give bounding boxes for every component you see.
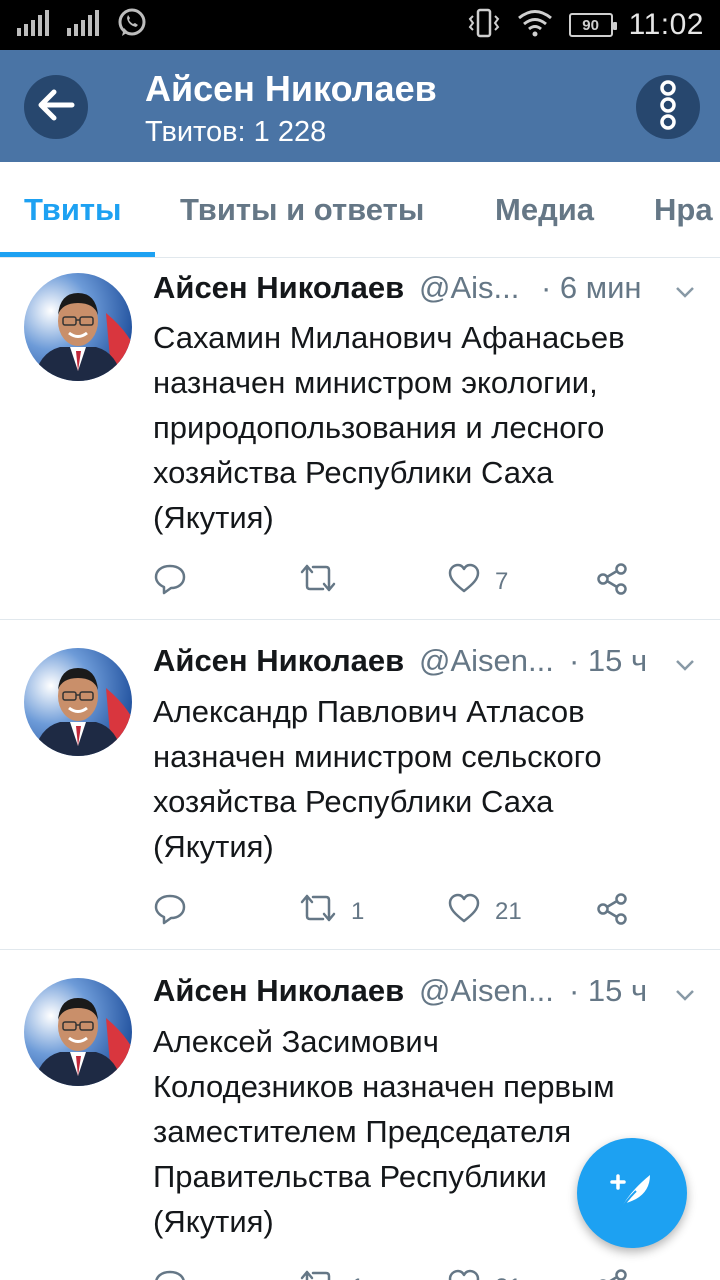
profile-tabs: Твиты Твиты и ответы Медиа Нра xyxy=(0,162,720,258)
retweet-count: 1 xyxy=(351,1274,364,1280)
share-button[interactable] xyxy=(595,1268,629,1280)
back-arrow-icon xyxy=(36,87,76,128)
like-count: 21 xyxy=(495,897,522,925)
reply-icon xyxy=(153,892,187,933)
profile-name: Айсен Николаев xyxy=(145,68,437,109)
like-button[interactable]: 21 xyxy=(447,1268,522,1280)
retweet-count: 1 xyxy=(351,897,365,925)
retweet-icon xyxy=(299,892,337,931)
tweet-item[interactable]: Айсен Николаев @Ais... · 6 мин Сахамин М… xyxy=(0,258,720,620)
more-vertical-icon xyxy=(658,79,678,135)
tweet-actions: 1 21 xyxy=(153,1268,693,1280)
tab-media[interactable]: Медиа xyxy=(495,192,594,228)
tweet-header: Айсен Николаев @Aisen... · 15 ч xyxy=(153,643,703,683)
battery-icon: 90 xyxy=(568,13,617,37)
reply-icon xyxy=(153,1268,187,1280)
like-button[interactable]: 21 xyxy=(447,892,522,931)
tweet-text: Сахамин Миланович Афанасьев назначен мин… xyxy=(153,320,625,535)
heart-icon xyxy=(447,892,481,931)
retweet-icon xyxy=(299,1268,337,1280)
back-button[interactable] xyxy=(24,75,88,139)
signal-icon xyxy=(16,9,52,41)
like-count: 7 xyxy=(495,567,509,595)
tweet-text: Александр Павлович Атласов назначен мини… xyxy=(153,694,602,864)
retweet-icon xyxy=(299,562,337,601)
retweet-button[interactable] xyxy=(299,562,351,601)
share-icon xyxy=(595,562,629,603)
wifi-icon xyxy=(517,9,553,42)
more-options-button[interactable] xyxy=(636,75,700,139)
signal-icon xyxy=(66,9,102,41)
retweet-button[interactable]: 1 xyxy=(299,892,364,931)
avatar[interactable] xyxy=(24,273,132,381)
heart-icon xyxy=(447,1268,481,1280)
profile-header: Айсен Николаев Твитов: 1 228 xyxy=(0,50,720,162)
tweet-author-name[interactable]: Айсен Николаев xyxy=(153,973,404,1009)
tweet-actions: 1 21 xyxy=(153,892,693,932)
tweet-timestamp: · 15 ч xyxy=(569,643,648,678)
tweet-author-name[interactable]: Айсен Николаев xyxy=(153,643,404,679)
tweet-author-name[interactable]: Айсен Николаев xyxy=(153,270,404,306)
share-button[interactable] xyxy=(595,892,629,933)
tab-tweets-and-replies[interactable]: Твиты и ответы xyxy=(180,192,424,228)
tab-likes[interactable]: Нра xyxy=(654,192,713,228)
tweet-timestamp: · 6 мин xyxy=(541,270,642,305)
avatar[interactable] xyxy=(24,978,132,1086)
reply-button[interactable] xyxy=(153,1268,201,1280)
tab-tweets[interactable]: Твиты xyxy=(24,192,122,228)
like-button[interactable]: 7 xyxy=(447,562,508,601)
chevron-down-icon[interactable] xyxy=(673,979,697,1015)
whatsapp-icon xyxy=(116,7,148,44)
share-icon xyxy=(595,892,629,933)
tweet-header: Айсен Николаев @Ais... · 6 мин xyxy=(153,270,703,310)
tweet-timestamp: · 15 ч xyxy=(569,973,648,1008)
reply-button[interactable] xyxy=(153,562,201,603)
compose-tweet-button[interactable] xyxy=(577,1138,687,1248)
tweet-count: Твитов: 1 228 xyxy=(145,116,327,148)
retweet-button[interactable]: 1 xyxy=(299,1268,364,1280)
like-count: 21 xyxy=(495,1274,522,1280)
tweet-author-handle[interactable]: @Ais... xyxy=(419,270,519,306)
reply-icon xyxy=(153,562,187,603)
chevron-down-icon[interactable] xyxy=(673,649,697,685)
tweet-item[interactable]: Айсен Николаев @Aisen... · 15 ч Александ… xyxy=(0,620,720,950)
chevron-down-icon[interactable] xyxy=(673,276,697,312)
tweet-actions: 7 xyxy=(153,562,693,602)
compose-tweet-icon xyxy=(606,1165,658,1222)
tweet-author-handle[interactable]: @Aisen... xyxy=(419,643,554,679)
share-icon xyxy=(595,1268,629,1280)
heart-icon xyxy=(447,562,481,601)
share-button[interactable] xyxy=(595,562,629,603)
active-tab-indicator xyxy=(0,252,155,257)
clock: 11:02 xyxy=(628,8,704,41)
vibrate-icon xyxy=(467,8,501,43)
tweet-author-handle[interactable]: @Aisen... xyxy=(419,973,554,1009)
status-bar: 90 11:02 xyxy=(0,0,720,50)
tweet-header: Айсен Николаев @Aisen... · 15 ч xyxy=(153,973,703,1013)
reply-button[interactable] xyxy=(153,892,201,933)
avatar[interactable] xyxy=(24,648,132,756)
